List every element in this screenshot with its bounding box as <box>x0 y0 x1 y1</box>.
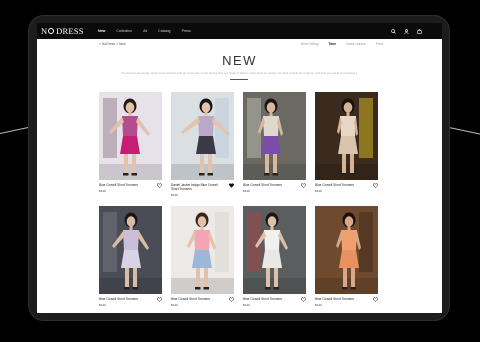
nav-link-all[interactable]: All <box>143 29 147 33</box>
nav-links: New Collection All Catalog Press <box>98 23 191 39</box>
brand-logo[interactable]: N DRESS <box>41 25 84 37</box>
product-photo[interactable] <box>243 92 306 180</box>
nav-icons <box>391 23 422 39</box>
heart-icon[interactable] <box>157 297 162 302</box>
heart-icon[interactable] <box>301 297 306 302</box>
product-card[interactable]: Blue Crosell Short Trousers $140 <box>99 92 162 193</box>
product-meta: Blue Crosell Short Trousers $140 <box>243 183 306 193</box>
sort-price[interactable]: Price <box>376 42 384 46</box>
heart-icon[interactable] <box>373 297 378 302</box>
product-price: $140 <box>99 188 106 193</box>
heart-icon[interactable] <box>373 183 378 188</box>
sort-filters: Best Selling Time Sales volume Price <box>301 42 383 46</box>
heart-icon[interactable] <box>301 183 306 188</box>
product-name[interactable]: Daniel Jacket Indigo Blue Crosell Short … <box>171 183 223 191</box>
product-name[interactable]: Blue Crosell Short Trousers <box>315 183 367 187</box>
product-card[interactable]: Blue Crosell Short Trousers $140 <box>171 206 234 307</box>
nav-link-press[interactable]: Press <box>182 29 191 33</box>
product-name[interactable]: Blue Crosell Short Trousers <box>99 297 151 301</box>
product-photo[interactable] <box>315 206 378 294</box>
product-card[interactable]: Blue Crosell Short Trousers $140 <box>243 206 306 307</box>
heart-icon[interactable] <box>229 297 234 302</box>
product-price: $140 <box>243 302 250 307</box>
product-photo[interactable] <box>99 92 162 180</box>
product-photo[interactable] <box>171 92 234 180</box>
website-screen: N DRESS New Collection All Catalog Press… <box>37 23 442 313</box>
product-meta: Blue Crosell Short Trousers $140 <box>99 297 162 307</box>
product-meta: Blue Crosell Short Trousers $140 <box>171 297 234 307</box>
decor-line-left <box>0 126 30 134</box>
product-name[interactable]: Blue Crosell Short Trousers <box>243 183 295 187</box>
product-name[interactable]: Blue Crosell Short Trousers <box>99 183 151 187</box>
product-price: $140 <box>171 192 178 197</box>
product-meta: Daniel Jacket Indigo Blue Crosell Short … <box>171 183 234 197</box>
nav-link-catalog[interactable]: Catalog <box>158 29 170 33</box>
product-meta: Blue Crosell Short Trousers $140 <box>315 183 378 193</box>
product-photo[interactable] <box>243 206 306 294</box>
sort-best-selling[interactable]: Best Selling <box>301 42 318 46</box>
top-nav: N DRESS New Collection All Catalog Press <box>37 23 442 39</box>
product-meta: Blue Crosell Short Trousers $140 <box>99 183 162 193</box>
decor-line-right <box>448 127 480 135</box>
nav-link-new[interactable]: New <box>98 29 105 33</box>
product-price: $140 <box>99 302 106 307</box>
sort-time[interactable]: Time <box>328 42 336 46</box>
product-photo[interactable] <box>315 92 378 180</box>
page-title: NEW <box>222 53 257 68</box>
page-subtitle: The dresses we design. Each dress select… <box>120 71 359 75</box>
sort-sales-volume[interactable]: Sales volume <box>346 42 366 46</box>
nav-link-collection[interactable]: Collection <box>116 29 132 33</box>
product-name[interactable]: Blue Crosell Short Trousers <box>171 297 223 301</box>
title-divider <box>230 79 248 80</box>
product-card[interactable]: Daniel Jacket Indigo Blue Crosell Short … <box>171 92 234 197</box>
breadcrumb[interactable]: < NoDress > New <box>99 42 126 46</box>
product-photo[interactable] <box>99 206 162 294</box>
sub-bar: < NoDress > New Best Selling Time Sales … <box>37 39 442 49</box>
search-icon[interactable] <box>391 28 396 34</box>
product-card[interactable]: Blue Crosell Short Trousers $140 <box>315 92 378 193</box>
product-meta: Blue Crosell Short Trousers $140 <box>315 297 378 307</box>
product-name[interactable]: Blue Crosell Short Trousers <box>315 297 367 301</box>
product-name[interactable]: Blue Crosell Short Trousers <box>243 297 295 301</box>
product-price: $140 <box>243 188 250 193</box>
user-icon[interactable] <box>404 28 409 34</box>
heart-icon[interactable] <box>157 183 162 188</box>
product-price: $140 <box>315 302 322 307</box>
product-photo[interactable] <box>171 206 234 294</box>
bag-icon[interactable] <box>417 28 422 34</box>
product-meta: Blue Crosell Short Trousers $140 <box>243 297 306 307</box>
product-card[interactable]: Blue Crosell Short Trousers $140 <box>315 206 378 307</box>
heart-filled-icon[interactable] <box>229 183 234 188</box>
product-card[interactable]: Blue Crosell Short Trousers $140 <box>243 92 306 193</box>
logo-circle-icon <box>47 28 54 34</box>
product-price: $140 <box>171 302 178 307</box>
product-card[interactable]: Blue Crosell Short Trousers $140 <box>99 206 162 307</box>
product-price: $140 <box>315 188 322 193</box>
